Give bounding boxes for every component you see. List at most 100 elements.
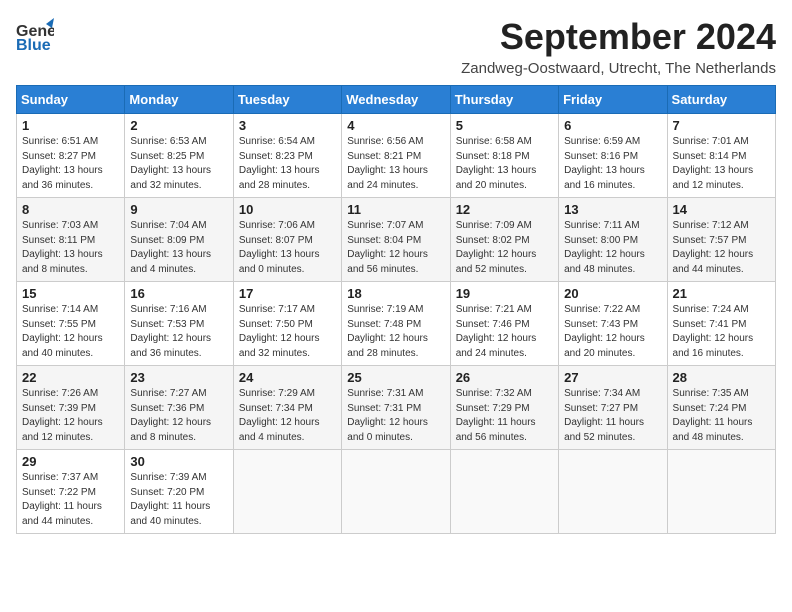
- calendar-cell: 1 Sunrise: 6:51 AMSunset: 8:27 PMDaylight…: [17, 114, 125, 198]
- calendar-week-row: 29Sunrise: 7:37 AMSunset: 7:22 PMDayligh…: [17, 450, 776, 534]
- day-number: 26: [456, 370, 553, 385]
- day-number: 12: [456, 202, 553, 217]
- calendar-cell: 14Sunrise: 7:12 AMSunset: 7:57 PMDayligh…: [667, 198, 775, 282]
- day-number: 29: [22, 454, 119, 469]
- calendar-cell: 16Sunrise: 7:16 AMSunset: 7:53 PMDayligh…: [125, 282, 233, 366]
- calendar-cell: 29Sunrise: 7:37 AMSunset: 7:22 PMDayligh…: [17, 450, 125, 534]
- day-info: Sunrise: 7:27 AMSunset: 7:36 PMDaylight:…: [130, 387, 227, 445]
- day-of-week-header: Sunday: [17, 86, 125, 114]
- calendar-cell: 26 Sunrise: 7:32 AMSunset: 7:29 PMDayligh…: [450, 366, 558, 450]
- calendar-cell: 13Sunrise: 7:11 AMSunset: 8:00 PMDayligh…: [559, 198, 667, 282]
- day-number: 15: [22, 286, 119, 301]
- calendar-cell: 28 Sunrise: 7:35 AMSunset: 7:24 PMDayligh…: [667, 366, 775, 450]
- day-info: Sunrise: 7:35 AMSunset: 7:24 PMDaylight:…: [673, 387, 770, 445]
- day-number: 8: [22, 202, 119, 217]
- calendar-cell: 11 Sunrise: 7:07 AMSunset: 8:04 PMDayligh…: [342, 198, 450, 282]
- calendar-week-row: 22Sunrise: 7:26 AMSunset: 7:39 PMDayligh…: [17, 366, 776, 450]
- day-of-week-header: Thursday: [450, 86, 558, 114]
- day-number: 3: [239, 118, 336, 133]
- day-info: Sunrise: 7:14 AMSunset: 7:55 PMDaylight:…: [22, 303, 119, 361]
- day-number: 21: [673, 286, 770, 301]
- day-info: Sunrise: 6:54 AMSunset: 8:23 PMDaylight:…: [239, 135, 336, 193]
- day-number: 28: [673, 370, 770, 385]
- calendar-table: SundayMondayTuesdayWednesdayThursdayFrid…: [16, 85, 776, 534]
- calendar-week-row: 1 Sunrise: 6:51 AMSunset: 8:27 PMDaylight…: [17, 114, 776, 198]
- day-info: Sunrise: 7:39 AMSunset: 7:20 PMDaylight:…: [130, 471, 227, 529]
- day-info: Sunrise: 7:03 AMSunset: 8:11 PMDaylight:…: [22, 219, 119, 277]
- day-number: 5: [456, 118, 553, 133]
- calendar-subtitle: Zandweg-Oostwaard, Utrecht, The Netherla…: [461, 60, 776, 77]
- day-number: 17: [239, 286, 336, 301]
- calendar-cell: 7 Sunrise: 7:01 AMSunset: 8:14 PMDaylight…: [667, 114, 775, 198]
- logo: General Blue: [16, 16, 54, 54]
- day-number: 4: [347, 118, 444, 133]
- calendar-cell: 30 Sunrise: 7:39 AMSunset: 7:20 PMDayligh…: [125, 450, 233, 534]
- day-info: Sunrise: 6:51 AMSunset: 8:27 PMDaylight:…: [22, 135, 119, 193]
- day-of-week-header: Friday: [559, 86, 667, 114]
- day-number: 9: [130, 202, 227, 217]
- calendar-cell: 4 Sunrise: 6:56 AMSunset: 8:21 PMDaylight…: [342, 114, 450, 198]
- day-number: 25: [347, 370, 444, 385]
- calendar-cell: 23 Sunrise: 7:27 AMSunset: 7:36 PMDayligh…: [125, 366, 233, 450]
- day-number: 18: [347, 286, 444, 301]
- calendar-cell: 15 Sunrise: 7:14 AMSunset: 7:55 PMDayligh…: [17, 282, 125, 366]
- day-info: Sunrise: 7:19 AMSunset: 7:48 PMDaylight:…: [347, 303, 444, 361]
- day-info: Sunrise: 7:26 AMSunset: 7:39 PMDaylight:…: [22, 387, 119, 445]
- day-info: Sunrise: 7:06 AMSunset: 8:07 PMDaylight:…: [239, 219, 336, 277]
- day-of-week-header: Tuesday: [233, 86, 341, 114]
- day-number: 20: [564, 286, 661, 301]
- calendar-cell: [559, 450, 667, 534]
- calendar-cell: 9 Sunrise: 7:04 AMSunset: 8:09 PMDaylight…: [125, 198, 233, 282]
- day-info: Sunrise: 7:17 AMSunset: 7:50 PMDaylight:…: [239, 303, 336, 361]
- day-info: Sunrise: 6:53 AMSunset: 8:25 PMDaylight:…: [130, 135, 227, 193]
- calendar-cell: 3 Sunrise: 6:54 AMSunset: 8:23 PMDaylight…: [233, 114, 341, 198]
- day-number: 14: [673, 202, 770, 217]
- calendar-cell: 10Sunrise: 7:06 AMSunset: 8:07 PMDayligh…: [233, 198, 341, 282]
- calendar-cell: [667, 450, 775, 534]
- svg-text:Blue: Blue: [16, 37, 51, 54]
- day-info: Sunrise: 7:21 AMSunset: 7:46 PMDaylight:…: [456, 303, 553, 361]
- calendar-cell: 20 Sunrise: 7:22 AMSunset: 7:43 PMDayligh…: [559, 282, 667, 366]
- day-info: Sunrise: 7:31 AMSunset: 7:31 PMDaylight:…: [347, 387, 444, 445]
- day-number: 2: [130, 118, 227, 133]
- calendar-cell: 8 Sunrise: 7:03 AMSunset: 8:11 PMDaylight…: [17, 198, 125, 282]
- calendar-cell: [342, 450, 450, 534]
- day-number: 19: [456, 286, 553, 301]
- day-info: Sunrise: 6:58 AMSunset: 8:18 PMDaylight:…: [456, 135, 553, 193]
- calendar-cell: 21 Sunrise: 7:24 AMSunset: 7:41 PMDayligh…: [667, 282, 775, 366]
- calendar-week-row: 15 Sunrise: 7:14 AMSunset: 7:55 PMDayligh…: [17, 282, 776, 366]
- day-of-week-header: Monday: [125, 86, 233, 114]
- day-of-week-header: Wednesday: [342, 86, 450, 114]
- day-info: Sunrise: 6:56 AMSunset: 8:21 PMDaylight:…: [347, 135, 444, 193]
- day-info: Sunrise: 7:22 AMSunset: 7:43 PMDaylight:…: [564, 303, 661, 361]
- day-info: Sunrise: 7:34 AMSunset: 7:27 PMDaylight:…: [564, 387, 661, 445]
- calendar-cell: 17 Sunrise: 7:17 AMSunset: 7:50 PMDayligh…: [233, 282, 341, 366]
- day-info: Sunrise: 7:04 AMSunset: 8:09 PMDaylight:…: [130, 219, 227, 277]
- day-number: 13: [564, 202, 661, 217]
- calendar-week-row: 8 Sunrise: 7:03 AMSunset: 8:11 PMDaylight…: [17, 198, 776, 282]
- day-number: 23: [130, 370, 227, 385]
- calendar-cell: 19 Sunrise: 7:21 AMSunset: 7:46 PMDayligh…: [450, 282, 558, 366]
- calendar-cell: 12 Sunrise: 7:09 AMSunset: 8:02 PMDayligh…: [450, 198, 558, 282]
- day-of-week-header: Saturday: [667, 86, 775, 114]
- day-info: Sunrise: 7:07 AMSunset: 8:04 PMDaylight:…: [347, 219, 444, 277]
- calendar-cell: 2 Sunrise: 6:53 AMSunset: 8:25 PMDaylight…: [125, 114, 233, 198]
- calendar-cell: 18 Sunrise: 7:19 AMSunset: 7:48 PMDayligh…: [342, 282, 450, 366]
- day-info: Sunrise: 7:32 AMSunset: 7:29 PMDaylight:…: [456, 387, 553, 445]
- day-number: 30: [130, 454, 227, 469]
- day-info: Sunrise: 7:09 AMSunset: 8:02 PMDaylight:…: [456, 219, 553, 277]
- day-info: Sunrise: 7:16 AMSunset: 7:53 PMDaylight:…: [130, 303, 227, 361]
- day-number: 1: [22, 118, 119, 133]
- logo-icon: General Blue: [16, 16, 54, 54]
- calendar-title: September 2024: [461, 16, 776, 58]
- day-number: 11: [347, 202, 444, 217]
- day-info: Sunrise: 6:59 AMSunset: 8:16 PMDaylight:…: [564, 135, 661, 193]
- day-number: 24: [239, 370, 336, 385]
- day-info: Sunrise: 7:24 AMSunset: 7:41 PMDaylight:…: [673, 303, 770, 361]
- calendar-cell: 25 Sunrise: 7:31 AMSunset: 7:31 PMDayligh…: [342, 366, 450, 450]
- calendar-cell: [233, 450, 341, 534]
- day-info: Sunrise: 7:01 AMSunset: 8:14 PMDaylight:…: [673, 135, 770, 193]
- day-number: 7: [673, 118, 770, 133]
- calendar-cell: 5 Sunrise: 6:58 AMSunset: 8:18 PMDaylight…: [450, 114, 558, 198]
- calendar-cell: [450, 450, 558, 534]
